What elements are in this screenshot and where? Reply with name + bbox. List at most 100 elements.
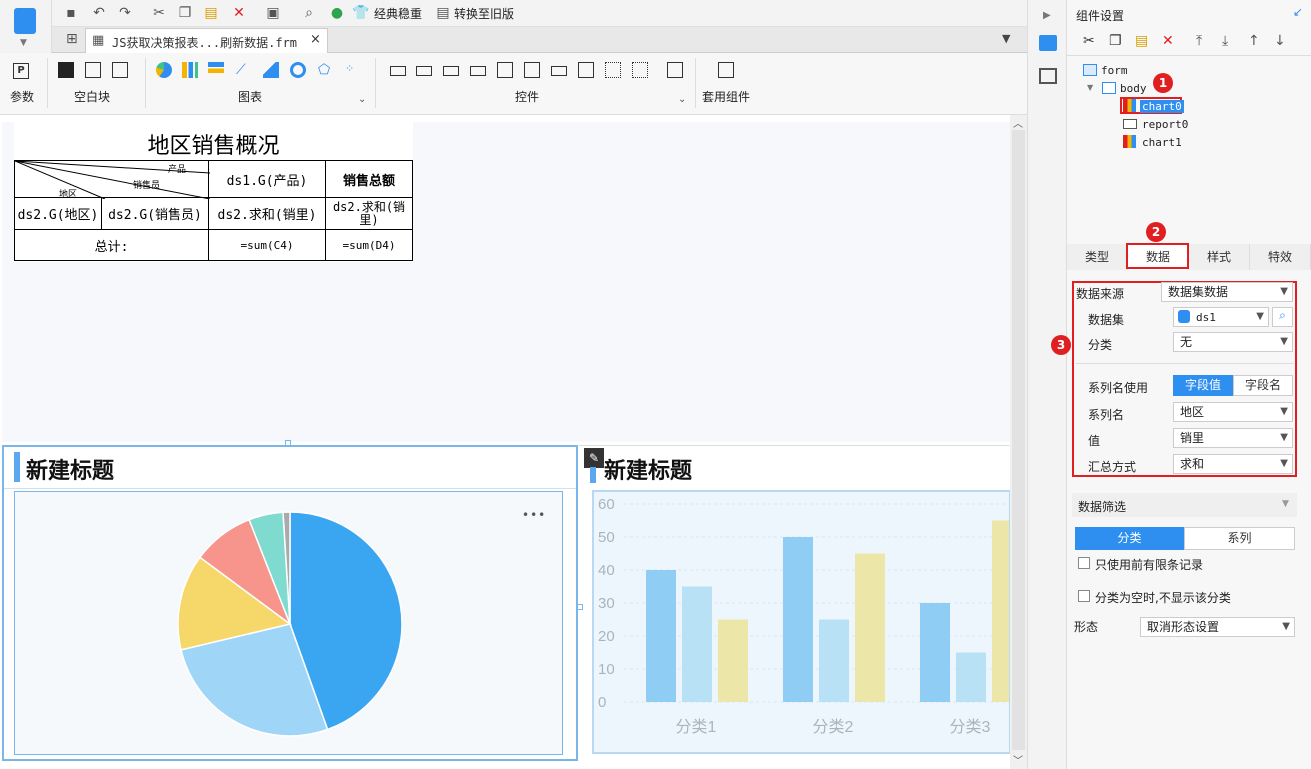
bar[interactable] xyxy=(855,553,885,703)
undo-icon[interactable]: ↶ xyxy=(90,4,108,22)
cut-icon[interactable]: ✂ xyxy=(1083,33,1095,49)
tree-item-body[interactable]: body xyxy=(1120,82,1147,95)
value-select[interactable]: 销里 ▼ xyxy=(1173,428,1293,448)
chevron-down-icon[interactable]: ⌄ xyxy=(678,94,686,105)
save-icon[interactable]: ▪ xyxy=(62,4,80,22)
paste-icon[interactable]: ▤ xyxy=(202,4,220,22)
scatter-chart-icon[interactable]: ⁘ xyxy=(345,62,361,78)
collapse-icon[interactable]: ↙ xyxy=(1293,5,1303,19)
tree-item-chart0[interactable]: chart0 xyxy=(1140,100,1184,113)
tree-expand-icon[interactable]: ▼ xyxy=(1087,83,1093,92)
bar[interactable] xyxy=(920,603,950,702)
chevron-down-icon[interactable]: ▼ xyxy=(20,38,27,48)
component-settings-icon[interactable] xyxy=(1039,35,1057,51)
tab-style[interactable]: 样式 xyxy=(1189,244,1250,270)
area-chart-icon[interactable] xyxy=(263,62,279,78)
bar[interactable] xyxy=(682,586,712,703)
more-icon[interactable]: ••• xyxy=(522,508,546,522)
param-icon[interactable]: P xyxy=(13,63,29,79)
number-widget-icon[interactable] xyxy=(551,66,567,76)
list-widget-icon[interactable] xyxy=(497,62,513,78)
scroll-down-icon[interactable]: ﹀ xyxy=(1013,752,1023,767)
tree-item-chart1[interactable]: chart1 xyxy=(1142,136,1182,149)
bar[interactable] xyxy=(783,537,813,702)
bar[interactable] xyxy=(992,520,1009,703)
check-icon[interactable]: ● xyxy=(328,4,346,22)
line-chart-icon[interactable]: ⟋ xyxy=(236,62,252,78)
copy-icon[interactable]: ❐ xyxy=(176,4,194,22)
bar[interactable] xyxy=(819,619,849,703)
tree-widget-icon[interactable] xyxy=(578,62,594,78)
split-icon[interactable] xyxy=(85,62,101,78)
classic-style-button[interactable]: 经典稳重 xyxy=(374,5,422,22)
shirt-icon[interactable]: 👕 xyxy=(352,4,370,22)
tree-item-report0[interactable]: report0 xyxy=(1142,118,1188,131)
pie-chart-icon[interactable] xyxy=(156,62,172,78)
move-down-icon[interactable]: ↓ xyxy=(1274,33,1286,49)
resize-handle[interactable] xyxy=(577,604,583,610)
move-up-icon[interactable]: ↑ xyxy=(1248,33,1260,49)
block-icon[interactable] xyxy=(58,62,74,78)
date-widget-icon[interactable] xyxy=(524,62,540,78)
grid-block-icon[interactable] xyxy=(112,62,128,78)
chevron-right-icon[interactable]: ▶ xyxy=(1043,10,1051,21)
move-bottom-icon[interactable]: ⤓ xyxy=(1222,33,1228,49)
close-icon[interactable]: × xyxy=(310,32,321,47)
field-value-toggle[interactable]: 字段值 xyxy=(1173,375,1233,396)
delete-icon[interactable]: ✕ xyxy=(1162,33,1174,49)
bar-chart-icon[interactable] xyxy=(182,62,198,78)
template-widget-icon[interactable] xyxy=(718,62,734,78)
preview-icon[interactable]: ▣ xyxy=(264,4,282,22)
pie-chart[interactable] xyxy=(170,504,410,744)
app-menu-icon[interactable] xyxy=(14,8,36,34)
dataset-select[interactable]: ds1 ▼ xyxy=(1173,307,1269,327)
label-widget-icon[interactable] xyxy=(390,66,406,76)
scroll-up-icon[interactable]: ︿ xyxy=(1013,115,1023,130)
chevron-down-icon[interactable]: ▼ xyxy=(1282,499,1289,509)
chevron-down-icon[interactable]: ▼ xyxy=(1002,32,1010,45)
bar[interactable] xyxy=(718,619,748,703)
chevron-down-icon[interactable]: ⌄ xyxy=(358,94,366,105)
bar[interactable] xyxy=(956,652,986,703)
grid-icon[interactable]: ⊞ xyxy=(66,31,78,47)
text-widget-icon[interactable] xyxy=(416,66,432,76)
shape-select[interactable]: 取消形态设置 ▼ xyxy=(1140,617,1295,637)
category-select[interactable]: 无 ▼ xyxy=(1173,332,1293,352)
bar[interactable] xyxy=(646,570,676,702)
filter-tab-series[interactable]: 系列 xyxy=(1184,527,1295,550)
convert-old-button[interactable]: 转换至旧版 xyxy=(454,5,514,22)
move-top-icon[interactable]: ⤒ xyxy=(1196,33,1202,49)
tab-file[interactable]: ▦ JS获取决策报表...刷新数据.frm × xyxy=(85,28,328,53)
tree-item-form[interactable]: form xyxy=(1101,64,1128,77)
gauge-chart-icon[interactable] xyxy=(290,62,306,78)
delete-icon[interactable]: ✕ xyxy=(230,4,248,22)
search-icon[interactable]: ⌕ xyxy=(300,4,318,22)
limit-checkbox[interactable] xyxy=(1078,557,1090,569)
copy-icon[interactable]: ❐ xyxy=(1109,33,1122,49)
query-widget-icon[interactable] xyxy=(667,62,683,78)
resize-handle[interactable] xyxy=(285,440,291,446)
seriesname-select[interactable]: 地区 ▼ xyxy=(1173,402,1293,422)
hbar-chart-icon[interactable] xyxy=(208,62,224,78)
field-name-toggle[interactable]: 字段名 xyxy=(1233,375,1293,396)
layout-icon[interactable] xyxy=(1039,68,1057,84)
combo-widget-icon[interactable] xyxy=(470,66,486,76)
radio-widget-icon[interactable] xyxy=(605,62,621,78)
scrollbar-thumb[interactable] xyxy=(1012,130,1025,750)
paste-icon[interactable]: ▤ xyxy=(1135,33,1148,49)
source-select[interactable]: 数据集数据 ▼ xyxy=(1161,282,1293,302)
agg-select[interactable]: 求和 ▼ xyxy=(1173,454,1293,474)
convert-icon[interactable]: ▤ xyxy=(434,4,452,22)
tab-effect[interactable]: 特效 xyxy=(1250,244,1311,270)
bar-chart[interactable]: 0 10 20 30 40 50 60 分类1 分类2 分类3 xyxy=(594,492,1009,752)
cut-icon[interactable]: ✂ xyxy=(150,4,168,22)
search-icon[interactable]: ⌕ xyxy=(1272,307,1293,327)
checkbox-widget-icon[interactable] xyxy=(632,62,648,78)
tab-type[interactable]: 类型 xyxy=(1067,244,1128,270)
filter-tab-category[interactable]: 分类 xyxy=(1075,527,1184,550)
hide-empty-checkbox[interactable] xyxy=(1078,590,1090,602)
input-widget-icon[interactable] xyxy=(443,66,459,76)
radar-chart-icon[interactable]: ⬠ xyxy=(318,62,334,78)
redo-icon[interactable]: ↷ xyxy=(116,4,134,22)
edit-icon[interactable]: ✎ xyxy=(584,448,604,468)
